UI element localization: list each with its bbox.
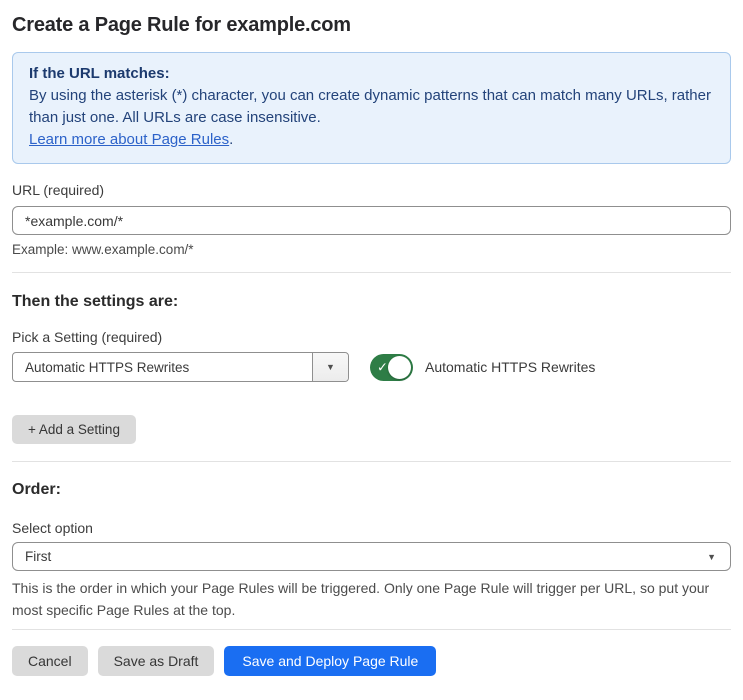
info-box-body: By using the asterisk (*) character, you… <box>29 87 711 126</box>
url-matches-info-box: If the URL matches: By using the asteris… <box>12 52 731 164</box>
checkmark-icon: ✓ <box>377 359 388 375</box>
divider <box>12 272 731 273</box>
url-input[interactable] <box>12 206 731 235</box>
add-setting-button[interactable]: + Add a Setting <box>12 415 136 444</box>
url-example-hint: Example: www.example.com/* <box>12 242 194 257</box>
setting-toggle[interactable]: ✓ <box>370 353 413 381</box>
info-box-link-line: Learn more about Page Rules. <box>29 129 714 151</box>
save-as-draft-button[interactable]: Save as Draft <box>97 646 215 676</box>
link-period: . <box>229 131 234 148</box>
divider <box>12 461 731 462</box>
setting-select-arrow-button[interactable]: ▼ <box>312 353 348 381</box>
order-select-value: First <box>25 549 52 564</box>
url-label: URL (required) <box>12 182 105 198</box>
chevron-down-icon: ▼ <box>326 362 335 372</box>
order-section-heading: Order: <box>12 481 61 498</box>
setting-toggle-label: Automatic HTTPS Rewrites <box>425 359 596 375</box>
pick-setting-label: Pick a Setting (required) <box>12 329 163 345</box>
order-select-label: Select option <box>12 520 93 536</box>
setting-row: Automatic HTTPS Rewrites ▼ ✓ Automatic H… <box>12 352 731 382</box>
setting-select-value: Automatic HTTPS Rewrites <box>25 359 190 375</box>
order-select[interactable]: First ▼ <box>12 542 731 571</box>
settings-section-heading: Then the settings are: <box>12 293 179 310</box>
divider <box>12 629 731 630</box>
toggle-knob <box>388 355 411 379</box>
learn-more-link[interactable]: Learn more about Page Rules <box>29 131 229 148</box>
page-title: Create a Page Rule for example.com <box>12 14 351 36</box>
save-and-deploy-button[interactable]: Save and Deploy Page Rule <box>224 646 437 676</box>
cancel-button[interactable]: Cancel <box>12 646 88 676</box>
order-help-text: This is the order in which your Page Rul… <box>12 580 710 618</box>
setting-select[interactable]: Automatic HTTPS Rewrites ▼ <box>12 352 349 382</box>
setting-toggle-group: ✓ Automatic HTTPS Rewrites <box>370 353 596 381</box>
footer-actions: Cancel Save as Draft Save and Deploy Pag… <box>12 646 731 676</box>
create-page-rule-panel: Create a Page Rule for example.com If th… <box>12 14 731 676</box>
info-box-heading: If the URL matches: <box>29 65 170 82</box>
chevron-down-icon: ▼ <box>707 551 716 562</box>
